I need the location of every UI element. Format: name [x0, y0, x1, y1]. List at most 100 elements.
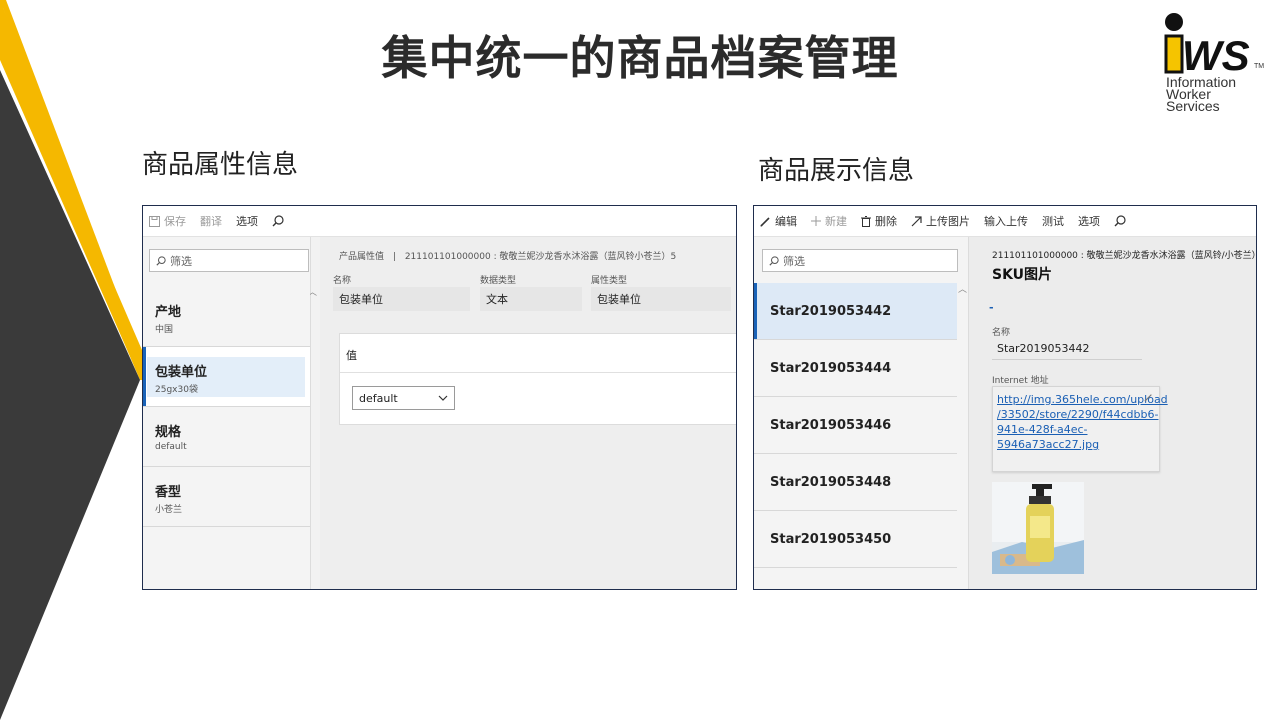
url-line-3[interactable]: 941e-428f-a4ec-: [997, 422, 1159, 437]
sku-item-title: Star2019053448: [770, 475, 892, 490]
breadcrumb-separator: |: [392, 252, 396, 262]
sku-title: SKU图片: [992, 267, 1053, 283]
list-item-sub: 小苍兰: [155, 505, 183, 515]
sku-list-item[interactable]: Star2019053446: [754, 397, 957, 454]
list-item-selected[interactable]: 包装单位 25gx30袋: [143, 347, 310, 407]
edit-button[interactable]: 编辑: [760, 213, 797, 229]
field-attrtype[interactable]: 包装单位: [591, 287, 731, 311]
field-datatype[interactable]: 文本: [480, 287, 582, 311]
attribute-detail-pane: 产品属性值 | 211101101000000 : 敬敬兰妮沙龙香水沐浴露（蓝风…: [320, 237, 736, 589]
test-label: 测试: [1042, 215, 1064, 228]
upload-image-label: 上传图片: [926, 215, 970, 228]
import-upload-label: 输入上传: [984, 215, 1028, 228]
breadcrumb-value: 211101101000000 : 敬敬兰妮沙龙香水沐浴露（蓝风铃小苍兰）5: [404, 252, 677, 262]
sku-item-title: Star2019053444: [770, 361, 892, 376]
chevron-down-icon: [438, 395, 448, 401]
new-label: 新建: [825, 215, 847, 228]
options-label: 选项: [1078, 215, 1100, 228]
upload-image-button[interactable]: 上传图片: [911, 213, 970, 229]
field-label-name: 名称: [333, 276, 352, 286]
selection-accent: [754, 283, 757, 339]
url-box[interactable]: http://img.365hele.com/upload /33502/sto…: [992, 386, 1168, 472]
name-value[interactable]: Star2019053442: [992, 339, 1142, 360]
pencil-icon: [760, 216, 770, 227]
display-toolbar: 编辑 新建 删除 上传图片 输入上传 测试 选项: [754, 206, 1256, 237]
filter-placeholder: 筛选: [170, 254, 192, 268]
search-icon: [769, 255, 779, 266]
filter-input[interactable]: 筛选: [149, 249, 309, 272]
url-line-4[interactable]: 5946a73acc27.jpg: [997, 437, 1159, 452]
sku-list-item[interactable]: Star2019053450: [754, 511, 957, 568]
filter-placeholder: 筛选: [783, 254, 805, 268]
pencil-icon[interactable]: [1144, 393, 1153, 402]
translate-button[interactable]: 翻译: [200, 213, 222, 229]
field-label-datatype: 数据类型: [480, 276, 517, 286]
product-image: [992, 482, 1084, 574]
options-button[interactable]: 选项: [236, 213, 258, 229]
list-item-title: 规格: [155, 425, 182, 440]
sku-list-pane: 筛选 ︿ Star2019053442 Star2019053444 Star2…: [754, 237, 969, 589]
options-button[interactable]: 选项: [1078, 213, 1100, 229]
save-icon: [149, 215, 160, 227]
url-label: Internet 地址: [992, 376, 1049, 386]
translate-label: 翻译: [200, 215, 222, 228]
field-name[interactable]: 包装单位: [333, 287, 470, 311]
plus-icon: [811, 216, 821, 226]
search-icon: [1114, 215, 1126, 227]
decorative-stripes: [0, 0, 155, 720]
right-section-label: 商品展示信息: [758, 156, 915, 186]
list-item[interactable]: 香型 小苍兰: [143, 467, 310, 527]
import-upload-button[interactable]: 输入上传: [984, 213, 1028, 229]
list-item[interactable]: 规格 default: [143, 407, 310, 467]
sku-item-title: Star2019053446: [770, 418, 892, 433]
breadcrumb: 产品属性值 | 211101101000000 : 敬敬兰妮沙龙香水沐浴露（蓝风…: [339, 249, 676, 262]
list-item-title: 产地: [155, 305, 182, 320]
svg-text:WS: WS: [1182, 32, 1250, 74]
search-button[interactable]: [272, 215, 288, 227]
url-line-2[interactable]: /33502/store/2290/f44cdbb6-: [997, 407, 1159, 422]
sku-list-item[interactable]: Star2019053448: [754, 454, 957, 511]
filter-input[interactable]: 筛选: [762, 249, 958, 272]
field-label-attrtype: 属性类型: [591, 276, 628, 286]
list-item-title: 香型: [155, 485, 182, 500]
search-icon: [156, 255, 166, 266]
sku-detail-pane: 211101101000000 : 敬敬兰妮沙龙香水沐浴露（蓝风铃/小苍兰） S…: [969, 237, 1256, 589]
url-line-1[interactable]: http://img.365hele.com/upload: [997, 392, 1168, 407]
value-title: 值: [346, 349, 357, 362]
iws-logo: WS TM Information Worker Services: [1160, 8, 1270, 118]
sku-list-item[interactable]: Star2019053444: [754, 340, 957, 397]
selection-accent: [143, 347, 146, 406]
new-button[interactable]: 新建: [811, 213, 847, 229]
svg-text:TM: TM: [1254, 63, 1264, 70]
test-button[interactable]: 测试: [1042, 213, 1064, 229]
attribute-toolbar: 保存 翻译 选项: [143, 206, 736, 237]
list-item-sub: default: [155, 442, 187, 452]
save-label: 保存: [164, 215, 186, 228]
delete-label: 删除: [875, 215, 897, 228]
logo-text: Information Worker Services: [1166, 75, 1236, 114]
sku-item-title: Star2019053442: [770, 304, 892, 319]
left-section-label: 商品属性信息: [142, 150, 299, 180]
scroll-up-icon[interactable]: ︿: [958, 282, 967, 295]
iws-logo-mark: WS TM: [1164, 13, 1264, 74]
save-button[interactable]: 保存: [149, 213, 186, 229]
value-select-text: default: [359, 391, 398, 405]
attribute-panel: 保存 翻译 选项 筛选 ︿ 产地 中国 包装单位 25gx30袋 规格 defa…: [142, 205, 737, 590]
slide-title: 集中统一的商品档案管理: [381, 31, 899, 85]
arrow-up-right-icon: [911, 215, 922, 226]
delete-button[interactable]: 删除: [861, 213, 897, 229]
list-item-title: 包装单位: [155, 365, 208, 380]
logo-line-3: Services: [1166, 98, 1220, 114]
sku-list-item-selected[interactable]: Star2019053442: [754, 283, 957, 340]
list-item-sub: 中国: [155, 325, 174, 335]
list-item-sub: 25gx30袋: [155, 385, 198, 395]
value-card: 值 default: [339, 333, 736, 425]
display-panel: 编辑 新建 删除 上传图片 输入上传 测试 选项 筛选 ︿ Star201905…: [753, 205, 1257, 590]
name-label: 名称: [992, 328, 1011, 338]
search-button[interactable]: [1114, 215, 1130, 227]
list-item[interactable]: 产地 中国: [143, 287, 310, 347]
breadcrumb-label: 产品属性值: [339, 252, 385, 262]
sku-header: 211101101000000 : 敬敬兰妮沙龙香水沐浴露（蓝风铃/小苍兰）: [992, 251, 1257, 261]
value-select[interactable]: default: [352, 386, 455, 410]
search-icon: [272, 215, 284, 227]
